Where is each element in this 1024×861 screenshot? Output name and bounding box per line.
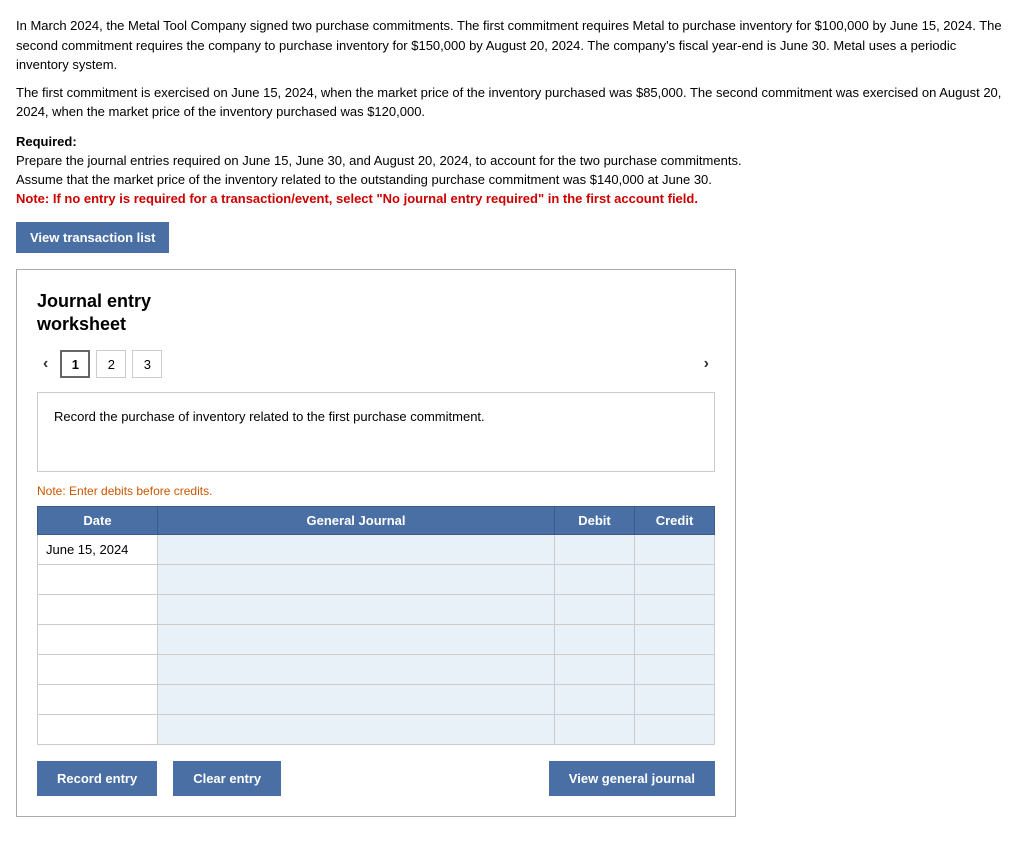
table-row-date-5 bbox=[38, 685, 158, 715]
general-journal-input-1[interactable] bbox=[158, 565, 554, 594]
table-row-general-journal-4[interactable] bbox=[158, 655, 555, 685]
table-row-general-journal-0[interactable] bbox=[158, 535, 555, 565]
table-row-debit-3[interactable] bbox=[555, 625, 635, 655]
table-row-general-journal-2[interactable] bbox=[158, 595, 555, 625]
table-row-date-2 bbox=[38, 595, 158, 625]
journal-entry-worksheet: Journal entry worksheet ‹ 1 2 3 › Record… bbox=[16, 269, 736, 818]
general-journal-input-2[interactable] bbox=[158, 595, 554, 624]
view-transaction-list-button[interactable]: View transaction list bbox=[16, 222, 169, 253]
col-header-credit: Credit bbox=[635, 507, 715, 535]
page-num-3[interactable]: 3 bbox=[132, 350, 162, 378]
debit-input-3[interactable] bbox=[555, 625, 634, 654]
table-row-credit-2[interactable] bbox=[635, 595, 715, 625]
page-num-2[interactable]: 2 bbox=[96, 350, 126, 378]
transaction-description-box: Record the purchase of inventory related… bbox=[37, 392, 715, 472]
table-row-debit-0[interactable] bbox=[555, 535, 635, 565]
intro-paragraph-1: In March 2024, the Metal Tool Company si… bbox=[16, 16, 1008, 75]
table-row-credit-5[interactable] bbox=[635, 685, 715, 715]
col-header-date: Date bbox=[38, 507, 158, 535]
credit-input-5[interactable] bbox=[635, 685, 714, 714]
intro-paragraph-2: The first commitment is exercised on Jun… bbox=[16, 83, 1008, 122]
credit-input-6[interactable] bbox=[635, 715, 714, 744]
journal-table: Date General Journal Debit Credit June 1… bbox=[37, 506, 715, 745]
table-row-debit-1[interactable] bbox=[555, 565, 635, 595]
col-header-debit: Debit bbox=[555, 507, 635, 535]
table-row-credit-1[interactable] bbox=[635, 565, 715, 595]
debit-input-6[interactable] bbox=[555, 715, 634, 744]
debit-input-5[interactable] bbox=[555, 685, 634, 714]
credit-input-1[interactable] bbox=[635, 565, 714, 594]
table-row-debit-4[interactable] bbox=[555, 655, 635, 685]
table-row-credit-3[interactable] bbox=[635, 625, 715, 655]
table-row-date-0: June 15, 2024 bbox=[38, 535, 158, 565]
general-journal-input-5[interactable] bbox=[158, 685, 554, 714]
general-journal-input-3[interactable] bbox=[158, 625, 554, 654]
table-row-date-1 bbox=[38, 565, 158, 595]
worksheet-title: Journal entry worksheet bbox=[37, 290, 715, 337]
table-row-date-6 bbox=[38, 715, 158, 745]
required-note-red: Note: If no entry is required for a tran… bbox=[16, 191, 1008, 206]
table-row-date-3 bbox=[38, 625, 158, 655]
required-section: Required: Prepare the journal entries re… bbox=[16, 134, 1008, 206]
clear-entry-button[interactable]: Clear entry bbox=[173, 761, 281, 796]
general-journal-input-4[interactable] bbox=[158, 655, 554, 684]
credit-input-3[interactable] bbox=[635, 625, 714, 654]
debit-input-1[interactable] bbox=[555, 565, 634, 594]
credit-input-0[interactable] bbox=[635, 535, 714, 564]
credit-input-4[interactable] bbox=[635, 655, 714, 684]
intro-section: In March 2024, the Metal Tool Company si… bbox=[16, 16, 1008, 122]
table-row-credit-6[interactable] bbox=[635, 715, 715, 745]
table-row-general-journal-6[interactable] bbox=[158, 715, 555, 745]
required-label: Required: bbox=[16, 134, 1008, 149]
table-row-credit-0[interactable] bbox=[635, 535, 715, 565]
note-debits: Note: Enter debits before credits. bbox=[37, 484, 715, 498]
debit-input-0[interactable] bbox=[555, 535, 634, 564]
pagination-row: ‹ 1 2 3 › bbox=[37, 350, 715, 378]
table-row-debit-6[interactable] bbox=[555, 715, 635, 745]
table-row-debit-5[interactable] bbox=[555, 685, 635, 715]
col-header-general-journal: General Journal bbox=[158, 507, 555, 535]
table-row-general-journal-1[interactable] bbox=[158, 565, 555, 595]
record-entry-button[interactable]: Record entry bbox=[37, 761, 157, 796]
table-row-general-journal-3[interactable] bbox=[158, 625, 555, 655]
debit-input-4[interactable] bbox=[555, 655, 634, 684]
table-row-debit-2[interactable] bbox=[555, 595, 635, 625]
required-text-2: Assume that the market price of the inve… bbox=[16, 172, 1008, 187]
bottom-buttons-row: Record entry Clear entry View general jo… bbox=[37, 761, 715, 796]
page-num-1[interactable]: 1 bbox=[60, 350, 90, 378]
credit-input-2[interactable] bbox=[635, 595, 714, 624]
transaction-description-text: Record the purchase of inventory related… bbox=[54, 409, 485, 424]
table-row-general-journal-5[interactable] bbox=[158, 685, 555, 715]
pagination-prev-button[interactable]: ‹ bbox=[37, 353, 54, 375]
pagination-next-button[interactable]: › bbox=[698, 353, 715, 375]
table-row-date-4 bbox=[38, 655, 158, 685]
view-general-journal-button[interactable]: View general journal bbox=[549, 761, 715, 796]
debit-input-2[interactable] bbox=[555, 595, 634, 624]
general-journal-input-6[interactable] bbox=[158, 715, 554, 744]
table-row-credit-4[interactable] bbox=[635, 655, 715, 685]
required-text-1: Prepare the journal entries required on … bbox=[16, 153, 1008, 168]
general-journal-input-0[interactable] bbox=[158, 535, 554, 564]
